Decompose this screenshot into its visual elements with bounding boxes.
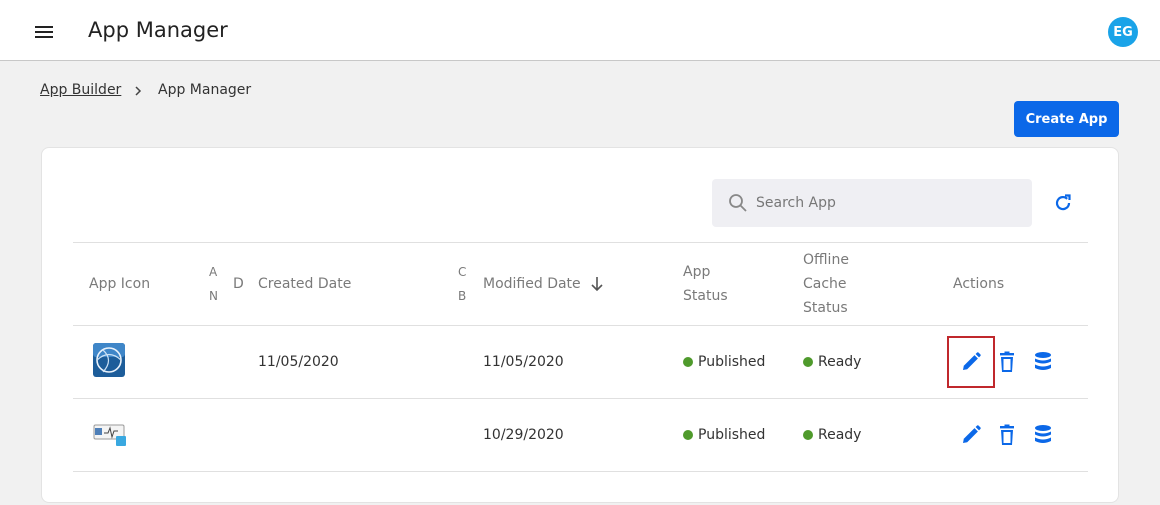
delete-icon[interactable] [995,350,1019,374]
col-app-name-part[interactable]: A [209,260,217,284]
refresh-icon[interactable] [1052,192,1074,214]
col-app-icon[interactable]: App Icon [89,272,150,296]
cache-status-badge: Ready [803,427,861,443]
monitor-app-icon [93,424,126,446]
col-actions: Actions [953,276,1005,292]
breadcrumb-current: App Manager [158,82,252,98]
edit-highlight-box [947,336,995,388]
col-app-status-line[interactable]: Status [683,284,728,308]
status-dot [683,430,693,440]
divider [73,325,1088,326]
modified-date: 10/29/2020 [483,427,564,443]
col-created-date[interactable]: Created Date [258,272,351,296]
divider [73,471,1088,472]
edit-icon[interactable] [959,423,983,447]
col-offline-line[interactable]: Offline [803,248,849,272]
col-offline-line[interactable]: Status [803,296,848,320]
arrow-down-icon[interactable] [589,275,605,293]
status-dot [803,357,813,367]
col-created-by-part[interactable]: C [458,260,466,284]
col-offline-line[interactable]: Cache [803,272,847,296]
col-description[interactable]: D [233,272,244,296]
cache-status-text: Ready [818,427,862,443]
cache-status-badge: Ready [803,354,861,370]
status-text: Published [698,427,766,443]
globe-app-icon [93,343,125,377]
app-title: App Manager [88,18,228,42]
col-created-by-part[interactable]: B [458,284,466,308]
created-date: 11/05/2020 [258,354,339,370]
modified-date: 11/05/2020 [483,354,564,370]
status-dot [683,357,693,367]
avatar[interactable]: EG [1108,17,1138,47]
col-app-status-line[interactable]: App [683,260,710,284]
delete-icon[interactable] [995,423,1019,447]
status-text: Published [698,354,766,370]
database-icon[interactable] [1031,423,1055,447]
status-badge: Published [683,354,765,370]
status-badge: Published [683,427,765,443]
search-box [712,179,1032,227]
divider [73,242,1088,243]
col-modified-date[interactable]: Modified Date [483,272,581,296]
menu-icon[interactable] [30,18,58,46]
search-icon [729,194,747,212]
search-input[interactable] [756,179,1016,227]
cache-status-text: Ready [818,354,862,370]
divider [73,398,1088,399]
chevron-right-icon [135,86,142,96]
top-bar: App Manager EG [0,0,1160,61]
create-app-button[interactable]: Create App [1014,101,1119,137]
breadcrumb-app-builder[interactable]: App Builder [40,82,121,98]
app-list-card: App Icon A N D Created Date C B Modified… [41,147,1119,503]
col-app-name-part[interactable]: N [209,284,218,308]
database-icon[interactable] [1031,350,1055,374]
status-dot [803,430,813,440]
